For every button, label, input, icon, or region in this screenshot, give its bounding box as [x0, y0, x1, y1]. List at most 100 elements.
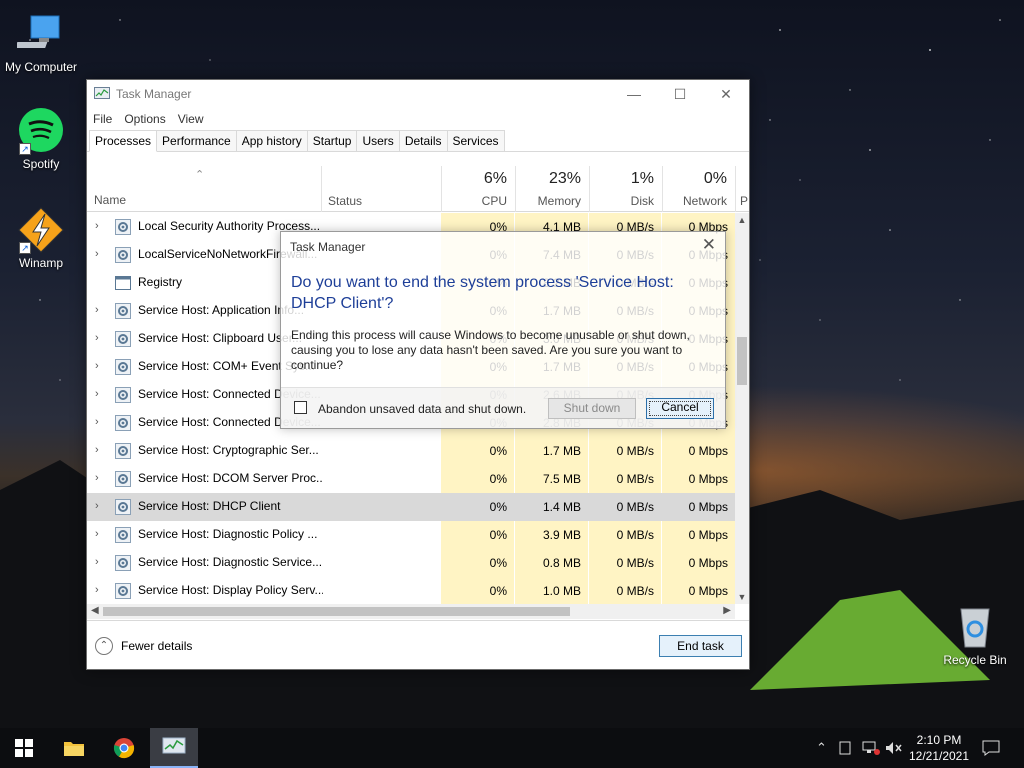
expand-chevron-icon[interactable]: ›	[95, 332, 99, 344]
chevron-up-icon: ⌃	[816, 740, 827, 755]
menu-file[interactable]: File	[93, 112, 112, 126]
table-row[interactable]: › Service Host: Display Policy Serv... 0% 1…	[87, 577, 735, 605]
expand-chevron-icon[interactable]: ›	[95, 584, 99, 596]
expand-chevron-icon[interactable]: ›	[95, 304, 99, 316]
expand-chevron-icon[interactable]: ›	[95, 220, 99, 232]
volume-muted-icon[interactable]	[885, 728, 903, 768]
close-button[interactable]: ✕	[703, 80, 749, 108]
process-name: Service Host: Cryptographic Ser...	[138, 443, 319, 457]
end-task-button[interactable]: End task	[659, 635, 742, 657]
expand-chevron-icon[interactable]: ›	[95, 444, 99, 456]
minimize-button[interactable]: —	[611, 80, 657, 108]
table-row[interactable]: › Service Host: DCOM Server Proc... 0% 7.5 …	[87, 465, 735, 493]
column-header-name[interactable]: Name	[94, 193, 126, 207]
task-manager-taskbar-button[interactable]	[150, 728, 198, 768]
cancel-button[interactable]: Cancel	[646, 398, 714, 419]
disk-value: 0 MB/s	[589, 521, 661, 549]
table-row[interactable]: › Service Host: Diagnostic Policy ... 0% 3.…	[87, 521, 735, 549]
action-center-button[interactable]	[982, 728, 1000, 768]
column-header-memory[interactable]: 23% Memory	[515, 166, 589, 212]
tab-details[interactable]: Details	[398, 130, 448, 151]
show-hidden-icons-button[interactable]: ⌃	[816, 728, 827, 768]
disk-value: 0 MB/s	[589, 493, 661, 521]
start-button[interactable]	[0, 728, 48, 768]
table-row[interactable]: › Service Host: Cryptographic Ser... 0% 1.7…	[87, 437, 735, 465]
scroll-up-icon[interactable]: ▲	[735, 215, 749, 225]
menu-view[interactable]: View	[178, 112, 204, 126]
desktop-icon-my-computer[interactable]: My Computer	[0, 10, 82, 74]
clock-date: 12/21/2021	[908, 749, 970, 763]
disk-total-percent: 1%	[630, 170, 654, 187]
tab-services[interactable]: Services	[446, 130, 505, 151]
dialog-close-icon[interactable]: ✕	[702, 235, 716, 255]
scroll-left-icon[interactable]: ◀	[91, 605, 99, 616]
column-header-disk[interactable]: 1% Disk	[589, 166, 662, 212]
process-name: Service Host: Display Policy Serv...	[138, 583, 323, 597]
expand-chevron-icon[interactable]: ›	[95, 556, 99, 568]
expand-chevron-icon[interactable]: ›	[95, 500, 99, 512]
dialog-title: Task Manager	[290, 240, 366, 254]
expand-chevron-icon[interactable]: ›	[95, 360, 99, 372]
title-bar[interactable]: Task Manager — ☐ ✕	[87, 80, 749, 108]
cpu-value: 0%	[441, 437, 514, 465]
expand-chevron-icon[interactable]: ›	[95, 248, 99, 260]
task-manager-icon	[94, 87, 110, 99]
table-row[interactable]: › Service Host: Diagnostic Service... 0% 0.…	[87, 549, 735, 577]
column-header-power[interactable]: P	[735, 166, 749, 212]
column-header-network[interactable]: 0% Network	[662, 166, 735, 212]
recycle-bin-icon	[951, 603, 999, 651]
desktop-icon-label: Spotify	[22, 157, 60, 171]
tab-users[interactable]: Users	[356, 130, 400, 151]
memory-label: Memory	[537, 194, 581, 208]
service-gear-icon	[115, 471, 131, 487]
scroll-right-icon[interactable]: ▶	[723, 605, 731, 616]
service-gear-icon	[115, 499, 131, 515]
vertical-scroll-thumb[interactable]	[737, 337, 747, 385]
chrome-button[interactable]	[100, 728, 148, 768]
file-explorer-button[interactable]	[50, 728, 98, 768]
shortcut-arrow-icon: ↗	[19, 143, 31, 155]
tray-tablet-icon[interactable]	[839, 728, 851, 768]
service-gear-icon	[115, 527, 131, 543]
process-name: Service Host: Diagnostic Policy ...	[138, 527, 318, 541]
service-gear-icon	[115, 555, 131, 571]
desktop-icon-spotify[interactable]: ↗ Spotify	[0, 107, 82, 171]
disk-value: 0 MB/s	[589, 465, 661, 493]
process-name: Service Host: DHCP Client	[138, 499, 281, 513]
spotify-icon: ↗	[17, 107, 65, 155]
tab-performance[interactable]: Performance	[156, 130, 237, 151]
tab-processes[interactable]: Processes	[89, 130, 158, 152]
column-header-cpu[interactable]: 6% CPU	[441, 166, 515, 212]
abandon-data-label[interactable]: Abandon unsaved data and shut down.	[318, 402, 526, 416]
fewer-details-link[interactable]: ⌃ Fewer details	[95, 637, 192, 655]
network-icon[interactable]	[862, 728, 880, 768]
desktop-icon-recycle-bin[interactable]: Recycle Bin	[934, 603, 1016, 667]
menu-options[interactable]: Options	[124, 112, 165, 126]
scroll-down-icon[interactable]: ▼	[735, 592, 749, 602]
desktop-icon-winamp[interactable]: ↗ Winamp	[0, 206, 82, 270]
abandon-data-checkbox[interactable]	[294, 401, 307, 414]
cpu-total-percent: 6%	[483, 170, 507, 187]
maximize-button[interactable]: ☐	[657, 80, 703, 108]
table-row[interactable]: › Service Host: DHCP Client 0% 1.4 MB 0 MB/s…	[87, 493, 735, 521]
shut-down-button[interactable]: Shut down	[548, 398, 636, 419]
tab-app-history[interactable]: App history	[235, 130, 308, 151]
horizontal-scroll-thumb[interactable]	[103, 607, 570, 616]
expand-chevron-icon[interactable]: ›	[95, 416, 99, 428]
network-value: 0 Mbps	[662, 549, 735, 577]
expand-chevron-icon[interactable]: ›	[95, 388, 99, 400]
service-gear-icon	[115, 415, 131, 431]
column-header-status-cell[interactable]: Status	[321, 166, 441, 212]
expand-chevron-icon[interactable]: ›	[95, 472, 99, 484]
expand-chevron-icon[interactable]: ›	[95, 528, 99, 540]
dialog-message: Ending this process will cause Windows t…	[291, 328, 690, 372]
tab-startup[interactable]: Startup	[306, 130, 358, 151]
cpu-value: 0%	[441, 465, 514, 493]
horizontal-scrollbar[interactable]: ◀ ▶	[87, 604, 735, 619]
end-process-dialog: Task Manager ✕ Do you want to end the sy…	[280, 231, 726, 429]
memory-value: 1.7 MB	[515, 437, 588, 465]
system-clock[interactable]: 2:10 PM 12/21/2021	[906, 732, 972, 764]
service-gear-icon	[115, 359, 131, 375]
vertical-scrollbar[interactable]: ▲ ▼	[735, 213, 749, 604]
cpu-value: 0%	[441, 577, 514, 605]
